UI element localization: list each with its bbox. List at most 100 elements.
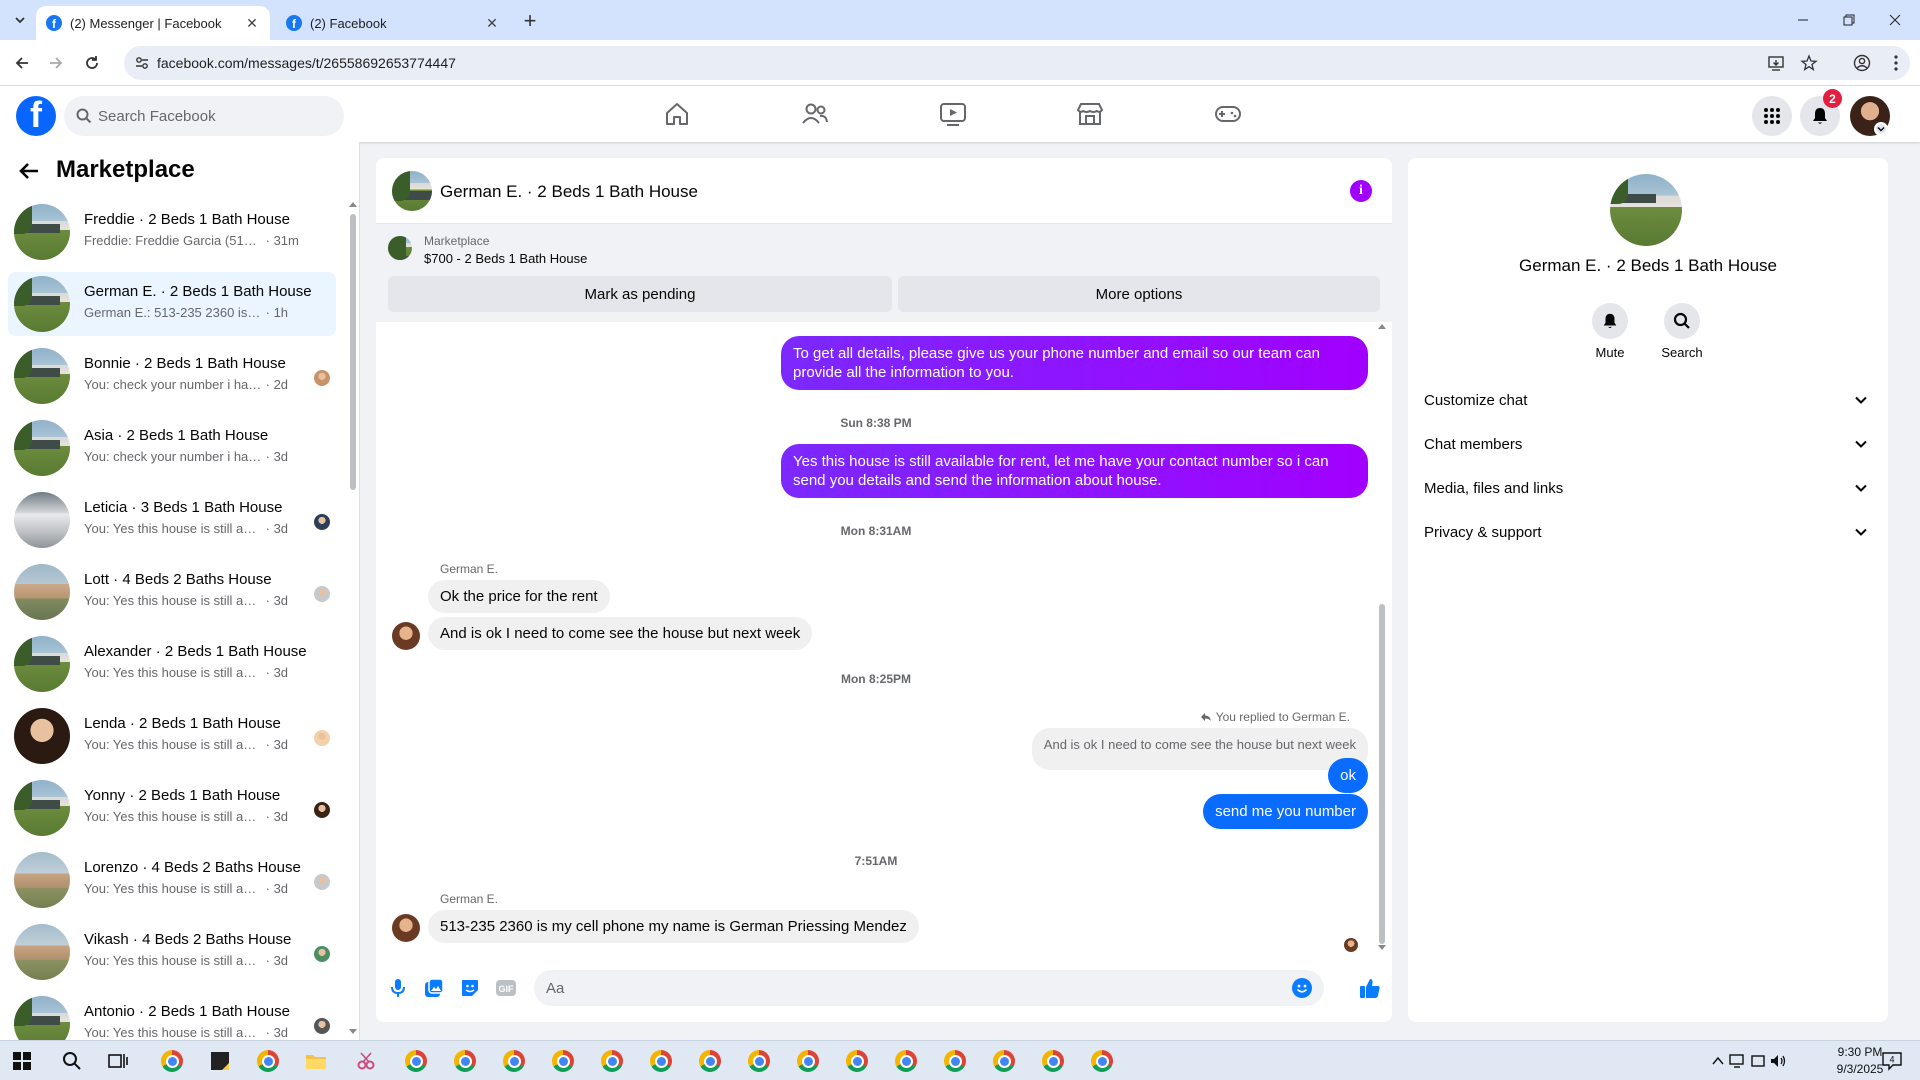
video-nav-icon[interactable] [938, 100, 968, 128]
file-explorer-icon[interactable] [302, 1047, 330, 1075]
sticker-icon[interactable] [458, 976, 482, 1000]
facebook-logo[interactable]: f [16, 96, 56, 136]
chrome-window-icon[interactable] [1039, 1047, 1067, 1075]
conversation-item[interactable]: Bonnie · 2 Beds 1 Bath House You: check y… [8, 344, 336, 408]
back-button[interactable] [10, 51, 34, 75]
site-info-icon[interactable] [134, 55, 150, 71]
scrollbar-thumb[interactable] [350, 214, 356, 490]
install-app-icon[interactable] [1767, 54, 1785, 72]
gaming-nav-icon[interactable] [1213, 100, 1243, 128]
chrome-window-icon[interactable] [500, 1047, 528, 1075]
chrome-window-icon[interactable] [941, 1047, 969, 1075]
close-window-button[interactable] [1872, 0, 1918, 40]
attach-image-icon[interactable] [422, 976, 446, 1000]
browser-menu-icon[interactable] [1884, 51, 1908, 75]
more-options-button[interactable]: More options [898, 276, 1380, 312]
search-action[interactable]: Search [1652, 303, 1712, 360]
media-files-links-section[interactable]: Media, files and links [1424, 466, 1872, 510]
outgoing-message[interactable]: Yes this house is still available for re… [781, 444, 1368, 498]
conversation-item[interactable]: Asia · 2 Beds 1 Bath House You: check you… [8, 416, 336, 480]
conversation-item[interactable]: German E. · 2 Beds 1 Bath House German E.… [8, 272, 336, 336]
home-nav-icon[interactable] [662, 100, 692, 128]
chrome-window-icon[interactable] [549, 1047, 577, 1075]
chrome-window-icon[interactable] [451, 1047, 479, 1075]
search-input[interactable] [98, 96, 334, 136]
chrome-window-icon[interactable] [647, 1047, 675, 1075]
conversation-item[interactable]: Lorenzo · 4 Beds 2 Baths House You: Yes t… [8, 848, 336, 912]
address-bar[interactable]: facebook.com/messages/t/2655869265377444… [124, 46, 1910, 80]
facebook-search-box[interactable] [64, 96, 344, 136]
windows-start-icon[interactable] [8, 1047, 36, 1075]
chrome-window-icon[interactable] [843, 1047, 871, 1075]
sender-avatar[interactable] [392, 622, 420, 650]
privacy-support-section[interactable]: Privacy & support [1424, 510, 1872, 554]
reload-button[interactable] [80, 51, 104, 75]
outgoing-message[interactable]: ok [1328, 758, 1368, 793]
message-input[interactable] [546, 970, 1276, 1006]
chrome-window-icon[interactable] [402, 1047, 430, 1075]
bell-icon[interactable] [1592, 303, 1628, 339]
task-view-icon[interactable] [104, 1047, 132, 1075]
chrome-window-icon[interactable] [745, 1047, 773, 1075]
gif-icon[interactable]: GIF [494, 976, 518, 1000]
new-tab-button[interactable]: + [518, 8, 542, 33]
profile-icon[interactable] [1850, 51, 1874, 75]
incoming-message[interactable]: 513-235 2360 is my cell phone my name is… [428, 910, 919, 943]
taskbar-search-icon[interactable] [58, 1047, 86, 1075]
chrome-window-icon[interactable] [990, 1047, 1018, 1075]
incoming-message[interactable]: Ok the price for the rent [428, 580, 610, 613]
chat-members-section[interactable]: Chat members [1424, 422, 1872, 466]
menu-grid-button[interactable] [1752, 96, 1792, 136]
restore-button[interactable] [1826, 0, 1872, 40]
emoji-icon[interactable] [1292, 978, 1312, 998]
chrome-app-icon[interactable] [254, 1047, 282, 1075]
sender-avatar[interactable] [392, 914, 420, 942]
listing-thumbnail[interactable] [392, 171, 432, 211]
conversation-item[interactable]: Leticia · 3 Beds 1 Bath House You: Yes th… [8, 488, 336, 552]
chrome-window-icon[interactable] [696, 1047, 724, 1075]
thumbs-up-icon[interactable] [1358, 976, 1382, 1000]
conversation-item[interactable]: Lott · 4 Beds 2 Baths House You: Yes this… [8, 560, 336, 624]
minimize-button[interactable] [1780, 0, 1826, 40]
chat-title[interactable]: German E. · 2 Beds 1 Bath House [440, 182, 698, 202]
incoming-message[interactable]: And is ok I need to come see the house b… [428, 617, 813, 650]
chevron-down-icon[interactable] [1874, 122, 1888, 136]
conversation-item[interactable]: Yonny · 2 Beds 1 Bath House You: Yes this… [8, 776, 336, 840]
tab-close-icon[interactable]: ✕ [484, 15, 500, 31]
tab-close-icon[interactable]: ✕ [244, 15, 260, 31]
snipping-tool-icon[interactable] [352, 1047, 380, 1075]
chrome-app-icon[interactable] [158, 1047, 186, 1075]
chat-scrollbar[interactable] [1376, 322, 1388, 954]
sidebar-scrollbar[interactable] [348, 200, 358, 1038]
microphone-icon[interactable] [386, 976, 410, 1000]
bookmark-star-icon[interactable] [1800, 54, 1818, 72]
customize-chat-section[interactable]: Customize chat [1424, 378, 1872, 422]
chrome-window-icon[interactable] [892, 1047, 920, 1075]
listing-price-title[interactable]: $700 - 2 Beds 1 Bath House [424, 251, 587, 266]
listing-large-thumbnail[interactable] [1610, 174, 1682, 246]
back-arrow-icon[interactable] [18, 160, 40, 182]
mute-action[interactable]: Mute [1580, 303, 1640, 360]
info-icon[interactable]: i [1350, 180, 1372, 202]
notification-center-icon[interactable]: 4 [1878, 1047, 1906, 1075]
outgoing-message[interactable]: To get all details, please give us your … [781, 336, 1368, 390]
friends-nav-icon[interactable] [800, 100, 830, 128]
scrollbar-thumb[interactable] [1379, 604, 1385, 944]
quoted-message[interactable]: And is ok I need to come see the house b… [1031, 728, 1368, 770]
chrome-window-icon[interactable] [794, 1047, 822, 1075]
browser-tab-facebook[interactable]: f (2) Facebook ✕ [276, 6, 510, 40]
mark-as-pending-button[interactable]: Mark as pending [388, 276, 892, 312]
marketplace-nav-icon[interactable] [1075, 100, 1105, 128]
tab-search-menu-button[interactable] [8, 8, 32, 32]
listing-small-thumbnail[interactable] [388, 236, 412, 260]
chrome-window-icon[interactable] [598, 1047, 626, 1075]
conversation-item[interactable]: Lenda · 2 Beds 1 Bath House You: Yes this… [8, 704, 336, 768]
chrome-window-icon[interactable] [1088, 1047, 1116, 1075]
outgoing-message[interactable]: send me you number [1203, 794, 1368, 829]
conversation-item[interactable]: Freddie · 2 Beds 1 Bath House Freddie: Fr… [8, 200, 336, 264]
conversation-item[interactable]: Alexander · 2 Beds 1 Bath House You: Yes … [8, 632, 336, 696]
forward-button[interactable] [44, 51, 68, 75]
speaker-icon[interactable] [1764, 1047, 1792, 1075]
browser-tab-messenger[interactable]: f (2) Messenger | Facebook ✕ [36, 6, 270, 40]
conversation-item[interactable]: Vikash · 4 Beds 2 Baths House You: Yes th… [8, 920, 336, 984]
